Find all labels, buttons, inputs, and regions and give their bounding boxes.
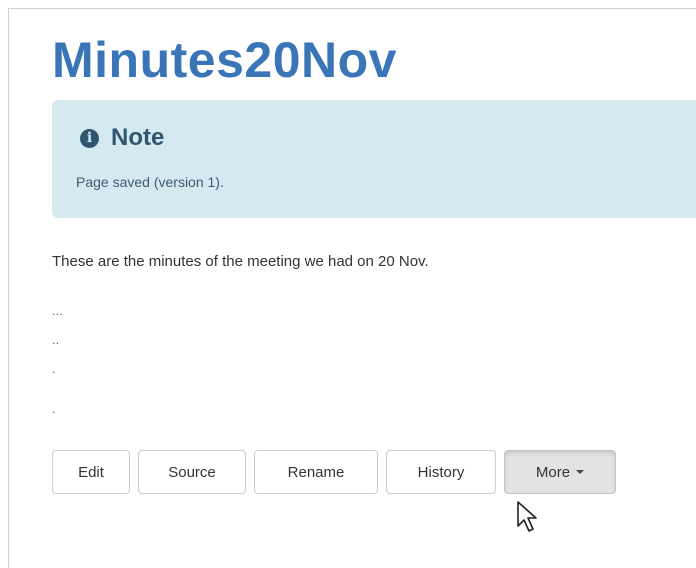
- note-alert: i Note Page saved (version 1).: [52, 100, 696, 218]
- rename-button[interactable]: Rename: [254, 450, 378, 494]
- history-button-label: History: [417, 463, 465, 481]
- history-button[interactable]: History: [386, 450, 496, 494]
- page-content-text: These are the minutes of the meeting we …: [52, 253, 429, 270]
- mouse-pointer-icon: [517, 501, 537, 532]
- content-line: ..: [52, 332, 60, 347]
- content-line: .: [52, 361, 56, 376]
- note-title: Note: [111, 124, 165, 151]
- more-button-label: More: [535, 463, 571, 481]
- info-icon: i: [80, 128, 99, 148]
- page-title: Minutes20Nov: [52, 32, 397, 88]
- page-toolbar: Edit Source Rename History More: [52, 450, 616, 494]
- edit-button[interactable]: Edit: [52, 450, 130, 494]
- content-line: .: [52, 401, 56, 416]
- content-line: ...: [52, 303, 63, 318]
- more-dropdown-button[interactable]: More: [504, 450, 616, 494]
- caret-down-icon: [576, 470, 585, 474]
- note-header: i Note: [80, 124, 164, 152]
- source-button[interactable]: Source: [138, 450, 246, 494]
- note-message: Page saved (version 1).: [76, 174, 224, 190]
